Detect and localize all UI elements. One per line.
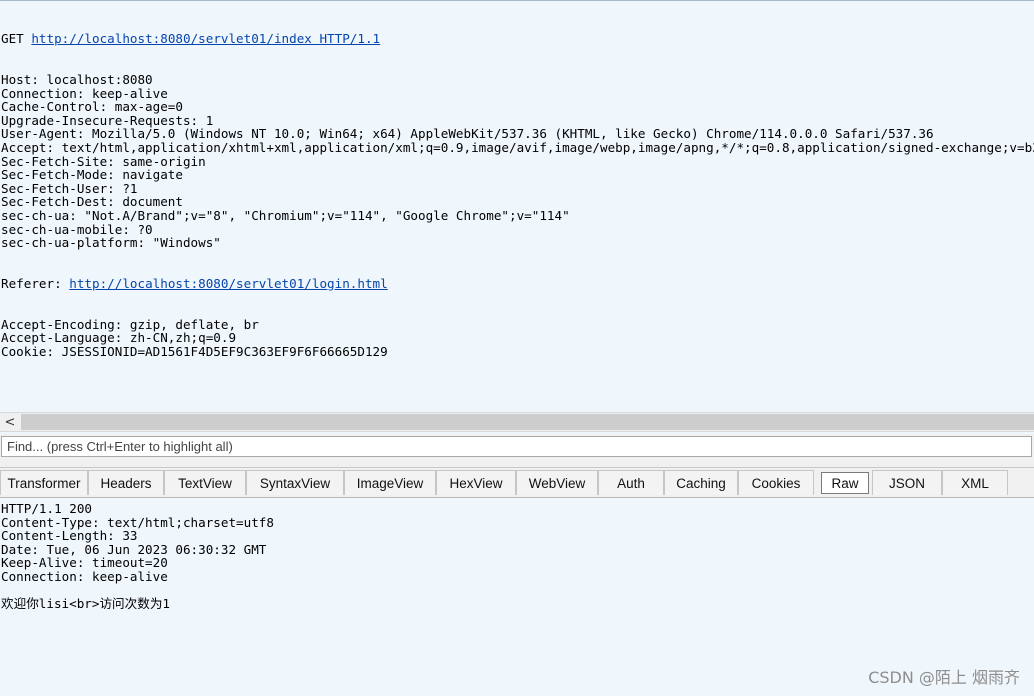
tab-xml[interactable]: XML <box>942 470 1008 495</box>
tab-imageview[interactable]: ImageView <box>344 470 436 495</box>
request-header-line: Sec-Fetch-Mode: navigate <box>1 167 183 183</box>
response-line: Content-Type: text/html;charset=utf8 <box>1 514 274 530</box>
request-header-line: Upgrade-Insecure-Requests: 1 <box>1 112 214 128</box>
tab-cookies[interactable]: Cookies <box>738 470 814 495</box>
request-header-line: sec-ch-ua-platform: "Windows" <box>1 235 221 251</box>
tab-raw[interactable]: Raw <box>821 472 869 494</box>
find-input[interactable] <box>1 436 1032 457</box>
request-raw-pane[interactable]: GET http://localhost:8080/servlet01/inde… <box>0 0 1034 412</box>
request-line: GET http://localhost:8080/servlet01/inde… <box>1 32 1034 46</box>
request-header-lines: Host: localhost:8080 Connection: keep-ali… <box>1 73 1034 250</box>
request-text: GET http://localhost:8080/servlet01/inde… <box>1 5 1034 386</box>
tab-json[interactable]: JSON <box>872 470 942 495</box>
request-header-line: Accept-Language: zh-CN,zh;q=0.9 <box>1 330 237 346</box>
request-header-line: Sec-Fetch-Dest: document <box>1 194 183 210</box>
request-header-line: Cookie: JSESSIONID=AD1561F4D5EF9C363EF9F… <box>1 343 388 359</box>
tab-auth[interactable]: Auth <box>598 470 664 495</box>
response-inspector-tabs: Transformer Headers TextView SyntaxView Imag… <box>0 468 1034 498</box>
referer-label: Referer: <box>1 275 70 291</box>
tab-syntaxview[interactable]: SyntaxView <box>246 470 344 495</box>
response-line: Content-Length: 33 <box>1 528 138 544</box>
request-header-line: Accept: text/html,application/xhtml+xml,… <box>1 139 1034 155</box>
find-bar <box>0 434 1034 460</box>
request-header-line: Connection: keep-alive <box>1 85 168 101</box>
tab-transformer[interactable]: Transformer <box>0 470 88 495</box>
horizontal-scrollbar[interactable]: < <box>0 412 1034 432</box>
referer-line: Referer: http://localhost:8080/servlet01… <box>1 277 1034 291</box>
tab-caching[interactable]: Caching <box>664 470 738 495</box>
request-header-line: Sec-Fetch-User: ?1 <box>1 180 138 196</box>
request-header-line: Cache-Control: max-age=0 <box>1 99 183 115</box>
request-header-line: User-Agent: Mozilla/5.0 (Windows NT 10.0… <box>1 126 934 142</box>
tab-textview[interactable]: TextView <box>164 470 246 495</box>
response-line: Keep-Alive: timeout=20 <box>1 555 168 571</box>
response-line: Connection: keep-alive <box>1 568 168 584</box>
request-url-link[interactable]: http://localhost:8080/servlet01/index HT… <box>31 31 380 46</box>
request-method: GET <box>1 31 24 47</box>
response-line: HTTP/1.1 200 <box>1 501 92 516</box>
pane-splitter[interactable] <box>0 460 1034 468</box>
referer-url-link[interactable]: http://localhost:8080/servlet01/login.ht… <box>69 276 387 291</box>
request-header-lines-after: Accept-Encoding: gzip, deflate, br Accept… <box>1 318 1034 359</box>
request-header-line: Sec-Fetch-Site: same-origin <box>1 153 206 169</box>
scroll-left-arrow-icon[interactable]: < <box>0 413 20 431</box>
tab-hexview[interactable]: HexView <box>436 470 516 495</box>
request-header-line: sec-ch-ua-mobile: ?0 <box>1 221 153 237</box>
scrollbar-thumb[interactable] <box>21 414 1034 430</box>
tab-headers[interactable]: Headers <box>88 470 164 495</box>
tab-webview[interactable]: WebView <box>516 470 598 495</box>
response-line <box>1 584 274 598</box>
request-header-line: sec-ch-ua: "Not.A/Brand";v="8", "Chromiu… <box>1 207 570 223</box>
watermark: CSDN @陌上 烟雨齐 <box>868 668 1020 687</box>
request-header-line: Accept-Encoding: gzip, deflate, br <box>1 316 259 332</box>
request-header-line: Host: localhost:8080 <box>1 71 153 87</box>
response-text: HTTP/1.1 200 Content-Type: text/html;char… <box>1 502 274 611</box>
response-line: 欢迎你lisi<br>访问次数为1 <box>1 596 170 612</box>
response-line: Date: Tue, 06 Jun 2023 06:30:32 GMT <box>1 541 267 557</box>
